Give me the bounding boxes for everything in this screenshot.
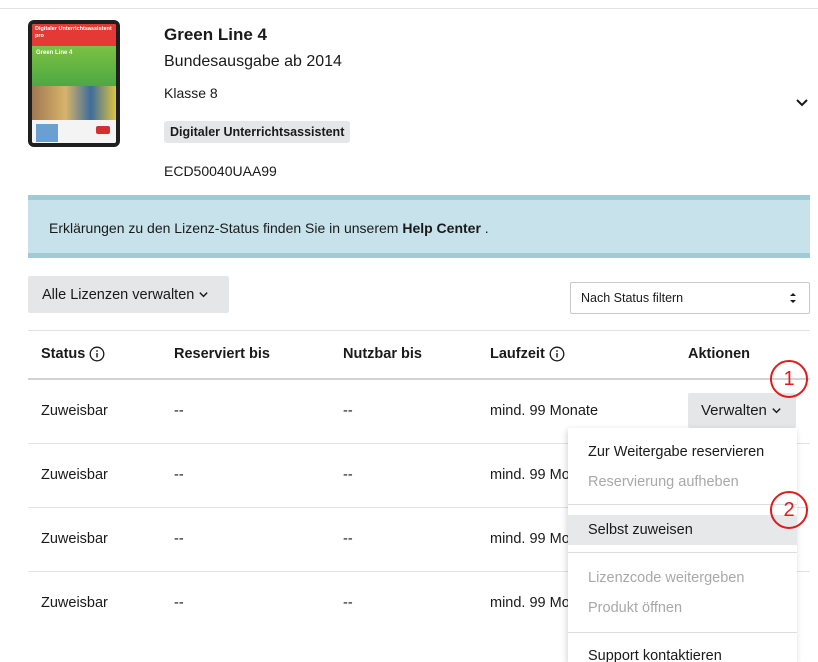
cell-reserved: --	[174, 531, 184, 547]
header-status-label: Status	[41, 346, 86, 362]
header-status: Status	[41, 346, 105, 362]
cell-status: Zuweisbar	[41, 403, 108, 419]
product-cover-image: Digitaler Unterrichtsassistent pro Green…	[28, 20, 120, 147]
menu-divider	[568, 504, 797, 505]
info-icon[interactable]	[549, 346, 565, 362]
cell-usable: --	[343, 403, 353, 419]
cell-status: Zuweisbar	[41, 595, 108, 611]
info-banner: Erklärungen zu den Lizenz-Status finden …	[28, 195, 810, 258]
annotation-marker-1: 1	[770, 360, 808, 398]
product-code: ECD50040UAA99	[164, 163, 277, 179]
menu-divider	[568, 552, 797, 553]
cell-status: Zuweisbar	[41, 467, 108, 483]
product-class: Klasse 8	[164, 85, 218, 101]
actions-dropdown-menu: Zur Weitergabe reservieren Reservierung …	[568, 428, 797, 662]
cell-runtime: mind. 99 Mo	[490, 595, 570, 611]
cell-reserved: --	[174, 595, 184, 611]
cell-status: Zuweisbar	[41, 531, 108, 547]
menu-item-reserve[interactable]: Zur Weitergabe reservieren	[588, 444, 764, 460]
menu-item-self-assign[interactable]: Selbst zuweisen	[588, 522, 693, 538]
info-icon[interactable]	[89, 346, 105, 362]
product-subtitle: Bundesausgabe ab 2014	[164, 53, 342, 70]
banner-text-after: .	[480, 220, 489, 236]
menu-item-open-product: Produkt öffnen	[588, 600, 683, 616]
product-title: Green Line 4	[164, 25, 267, 44]
manage-all-licenses-button[interactable]: Alle Lizenzen verwalten	[28, 276, 229, 313]
menu-divider	[568, 632, 797, 633]
menu-item-share-code: Lizenzcode weitergeben	[588, 570, 745, 586]
top-divider	[0, 8, 818, 9]
menu-item-cancel-reservation: Reservierung aufheben	[588, 474, 739, 490]
header-reserved: Reserviert bis	[174, 346, 270, 362]
chevron-down-icon	[772, 408, 781, 414]
header-runtime: Laufzeit	[490, 346, 565, 362]
product-type-badge: Digitaler Unterrichtsassistent	[164, 121, 351, 143]
cell-runtime: mind. 99 Mo	[490, 531, 570, 547]
chevron-down-icon[interactable]	[794, 95, 810, 111]
cell-usable: --	[343, 467, 353, 483]
banner-text-before: Erklärungen zu den Lizenz-Status finden …	[49, 220, 403, 236]
cell-usable: --	[343, 531, 353, 547]
manage-button-label: Verwalten	[701, 402, 767, 419]
annotation-marker-2: 2	[770, 491, 808, 529]
banner-text: Erklärungen zu den Lizenz-Status finden …	[49, 220, 489, 236]
cell-reserved: --	[174, 467, 184, 483]
cover-title: Green Line 4	[36, 50, 73, 56]
chevron-down-icon	[199, 292, 209, 298]
cell-reserved: --	[174, 403, 184, 419]
cell-usable: --	[343, 595, 353, 611]
status-filter-value: Nach Status filtern	[581, 291, 684, 305]
header-runtime-label: Laufzeit	[490, 346, 545, 362]
cell-runtime: mind. 99 Monate	[490, 403, 599, 419]
select-arrows-icon	[790, 293, 796, 303]
cover-band-text: Digitaler Unterrichtsassistent pro	[32, 24, 116, 46]
header-usable: Nutzbar bis	[343, 346, 422, 362]
header-actions: Aktionen	[688, 346, 751, 362]
menu-item-contact-support[interactable]: Support kontaktieren	[588, 648, 722, 662]
help-center-link[interactable]: Help Center	[402, 220, 481, 236]
cell-runtime: mind. 99 Mo	[490, 467, 570, 483]
status-filter-select[interactable]: Nach Status filtern	[570, 282, 810, 314]
manage-all-label: Alle Lizenzen verwalten	[42, 286, 195, 303]
table-top-border	[28, 330, 810, 331]
manage-button[interactable]: Verwalten	[688, 393, 796, 428]
